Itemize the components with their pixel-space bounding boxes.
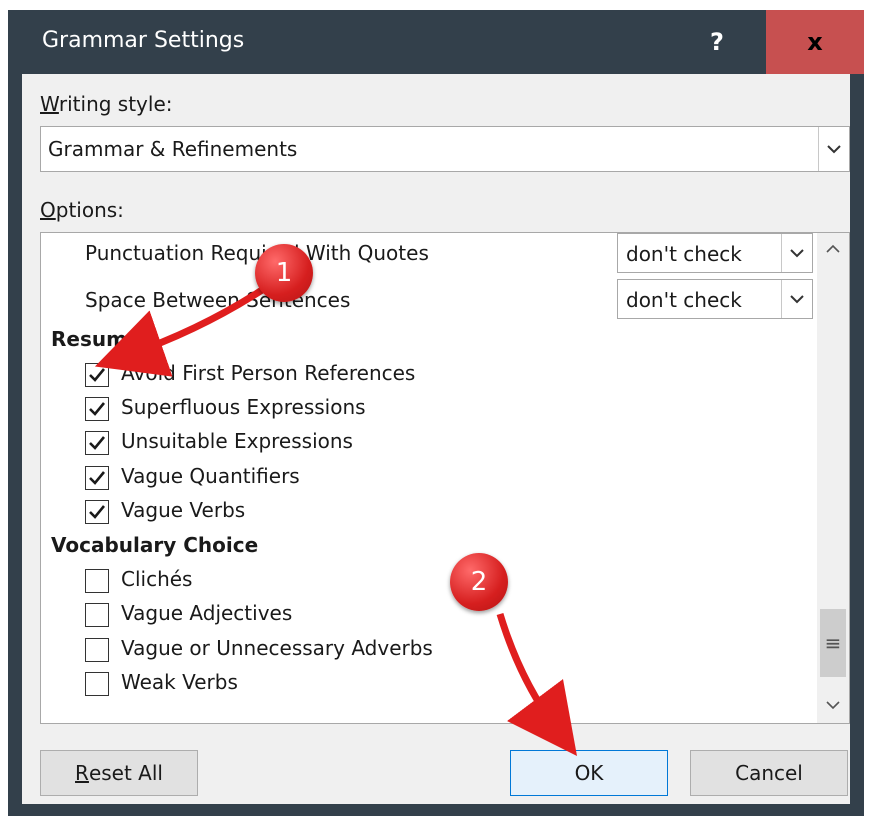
- checkbox[interactable]: [85, 638, 109, 662]
- scroll-up-icon[interactable]: [817, 233, 849, 265]
- scroll-thumb[interactable]: ≡: [820, 609, 846, 677]
- checkbox[interactable]: [85, 397, 109, 421]
- checkbox[interactable]: [85, 431, 109, 455]
- option-label: Vague or Unnecessary Adverbs: [121, 636, 433, 660]
- punctuation-quotes-value: don't check: [626, 242, 742, 266]
- option-label: Superfluous Expressions: [121, 395, 366, 419]
- checkbox[interactable]: [85, 603, 109, 627]
- space-between-sentences-select[interactable]: don't check: [617, 279, 813, 319]
- grammar-settings-dialog: Grammar Settings ? x Writing style: Gram…: [8, 10, 864, 816]
- reset-all-button[interactable]: Reset All: [40, 750, 198, 796]
- option-label: Clichés: [121, 567, 193, 591]
- dialog-title: Grammar Settings: [42, 28, 245, 53]
- cancel-button[interactable]: Cancel: [690, 750, 848, 796]
- category-vocabulary-choice: Vocabulary Choice: [51, 533, 259, 557]
- options-scrollbar[interactable]: ≡: [817, 233, 849, 723]
- chevron-down-icon[interactable]: [818, 127, 849, 171]
- category-resume: Resume: [51, 327, 141, 351]
- callout-2: 2: [450, 553, 508, 611]
- callout-1: 1: [255, 244, 313, 302]
- ok-button[interactable]: OK: [510, 750, 668, 796]
- writing-style-select[interactable]: Grammar & Refinements: [40, 126, 850, 172]
- close-button[interactable]: x: [766, 10, 864, 74]
- option-label: Vague Adjectives: [121, 601, 293, 625]
- checkbox[interactable]: [85, 466, 109, 490]
- writing-style-value: Grammar & Refinements: [48, 137, 298, 161]
- option-label: Weak Verbs: [121, 670, 238, 694]
- title-bar[interactable]: Grammar Settings ? x: [8, 10, 864, 74]
- punctuation-quotes-select[interactable]: don't check: [617, 233, 813, 273]
- checkbox[interactable]: [85, 672, 109, 696]
- dialog-body: Writing style: Grammar & Refinements Opt…: [22, 74, 850, 804]
- checkbox[interactable]: [85, 500, 109, 524]
- option-label: Vague Verbs: [121, 498, 246, 522]
- space-between-sentences-label: Space Between Sentences: [85, 288, 351, 312]
- scroll-down-icon[interactable]: [817, 689, 849, 721]
- option-label: Vague Quantifiers: [121, 464, 300, 488]
- options-label: Options:: [40, 198, 124, 222]
- space-between-sentences-value: don't check: [626, 288, 742, 312]
- chevron-down-icon[interactable]: [781, 234, 812, 272]
- chevron-down-icon[interactable]: [781, 280, 812, 318]
- option-label: Unsuitable Expressions: [121, 429, 353, 453]
- help-button[interactable]: ?: [668, 10, 766, 74]
- writing-style-label: Writing style:: [40, 92, 173, 116]
- checkbox[interactable]: [85, 569, 109, 593]
- checkbox[interactable]: [85, 363, 109, 387]
- options-list[interactable]: Punctuation Required With Quotes don't c…: [40, 232, 850, 724]
- option-label: Avoid First Person References: [121, 361, 416, 385]
